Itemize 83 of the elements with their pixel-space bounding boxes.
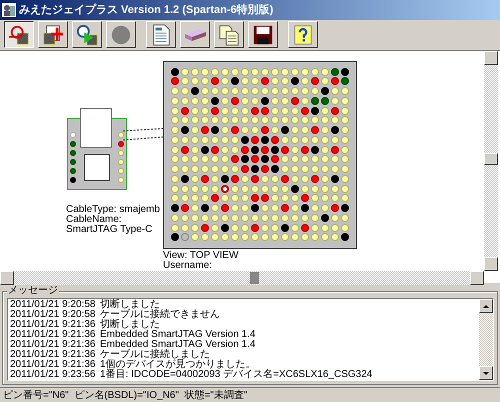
horizontal-scrollbar[interactable]: [0, 270, 484, 285]
log-message: 切断しました: [100, 320, 160, 330]
pin-ball[interactable]: [251, 204, 259, 212]
pin-ball[interactable]: [261, 96, 269, 105]
pin-ball[interactable]: [291, 77, 299, 86]
pin-ball[interactable]: [201, 146, 209, 154]
log-time: 2011/01/21 9:21:36: [10, 330, 94, 340]
scroll-thumb[interactable]: [484, 152, 498, 165]
scroll-thumb[interactable]: [250, 272, 259, 284]
pin-ball[interactable]: [211, 126, 219, 134]
pin-ball[interactable]: [241, 136, 249, 144]
help-icon: [292, 24, 314, 46]
magnifier-play-icon: [76, 24, 98, 46]
pin-ball[interactable]: [221, 184, 229, 193]
pin-ball[interactable]: [251, 165, 259, 174]
document-icon: [150, 24, 172, 46]
pin-ball[interactable]: [201, 204, 209, 212]
pin-ball[interactable]: [321, 87, 329, 96]
pin-ball[interactable]: [261, 155, 269, 164]
pin-ball[interactable]: [181, 174, 189, 183]
log-time: 2011/01/21 9:21:36: [10, 340, 94, 350]
pin-ball[interactable]: [321, 96, 329, 105]
log-message: ケーブルに接続しました: [100, 350, 210, 360]
pin-ball[interactable]: [341, 77, 349, 86]
pin-ball[interactable]: [271, 165, 279, 174]
chip-plus-icon: [42, 24, 64, 46]
window-title: みえたジェイプラス Version 1.2 (Spartan-6特別版): [19, 2, 274, 18]
status-text: ピン番号="N6" ピン名(BSDL)="IO_N6" 状態="未調査": [3, 388, 248, 402]
pin-ball[interactable]: [251, 146, 259, 154]
socket-window: [84, 154, 110, 181]
floppy-icon: [252, 24, 274, 46]
pin-ball[interactable]: [271, 146, 279, 154]
pin-ball[interactable]: [321, 214, 329, 222]
app-icon: [2, 2, 16, 17]
pin-ball[interactable]: [331, 174, 339, 183]
pin-ball[interactable]: [221, 224, 229, 232]
log-message: Embedded SmartJTAG Version 1.4: [100, 330, 256, 340]
pin-ball[interactable]: [331, 126, 339, 134]
log-time: 2011/01/21 9:21:36: [10, 320, 94, 330]
pin-ball[interactable]: [211, 96, 219, 105]
pin-ball[interactable]: [291, 184, 299, 193]
pin-ball[interactable]: [231, 77, 239, 86]
pin-ball[interactable]: [221, 174, 229, 183]
pin-ball[interactable]: [341, 233, 349, 242]
log-message: Embedded SmartJTAG Version 1.4: [100, 340, 256, 350]
log-time: 2011/01/21 9:21:36: [10, 350, 94, 360]
pin-ball[interactable]: [301, 204, 309, 212]
pin-ball[interactable]: [281, 224, 289, 232]
pin-ball[interactable]: [281, 126, 289, 134]
cable-line: [123, 128, 163, 132]
pin-ball[interactable]: [181, 126, 189, 134]
chip-plug-icon: [8, 24, 30, 46]
pin-ball[interactable]: [341, 68, 349, 76]
toolbar-button[interactable]: [4, 21, 34, 48]
pin-ball[interactable]: [311, 96, 319, 105]
pin-ball[interactable]: [171, 68, 179, 76]
log-time: 2011/01/21 9:20:58: [10, 300, 94, 310]
group-label: メッセージ: [7, 285, 59, 298]
cable-info-text: SmartJTAG Type-C: [66, 224, 154, 235]
log-message: 1番目: IDCODE=04002093 デバイス名=XC6SLX16_CSG324: [100, 370, 372, 380]
pin-ball[interactable]: [311, 106, 319, 115]
pin-ball[interactable]: [241, 155, 249, 164]
log-time: 2011/01/21 9:20:58: [10, 310, 94, 320]
pin-ball[interactable]: [311, 146, 319, 154]
pin-ball[interactable]: [261, 136, 269, 144]
vertical-scrollbar[interactable]: [484, 50, 498, 271]
cable-info-text: CableType: smajemb: [66, 204, 160, 215]
connector-block: [80, 108, 112, 148]
pin-ball[interactable]: [331, 68, 339, 76]
cable-info-text: CableName:: [66, 214, 122, 225]
vertical-scrollbar[interactable]: [479, 299, 493, 380]
device-icon: [184, 28, 206, 41]
pin-ball[interactable]: [171, 204, 179, 212]
documents-icon: [218, 24, 240, 46]
cable-line: [123, 136, 163, 140]
log-time: 2011/01/21 9:23:56: [10, 370, 94, 380]
pin-ball[interactable]: [191, 87, 199, 96]
pin-ball[interactable]: [171, 233, 179, 242]
pin-ball[interactable]: [341, 204, 349, 212]
circle-icon: [110, 24, 132, 46]
view-info-text: View: TOP VIEW: [163, 250, 238, 261]
view-info-text: Username:: [163, 260, 213, 271]
log-time: 2011/01/21 9:21:36: [10, 360, 94, 370]
